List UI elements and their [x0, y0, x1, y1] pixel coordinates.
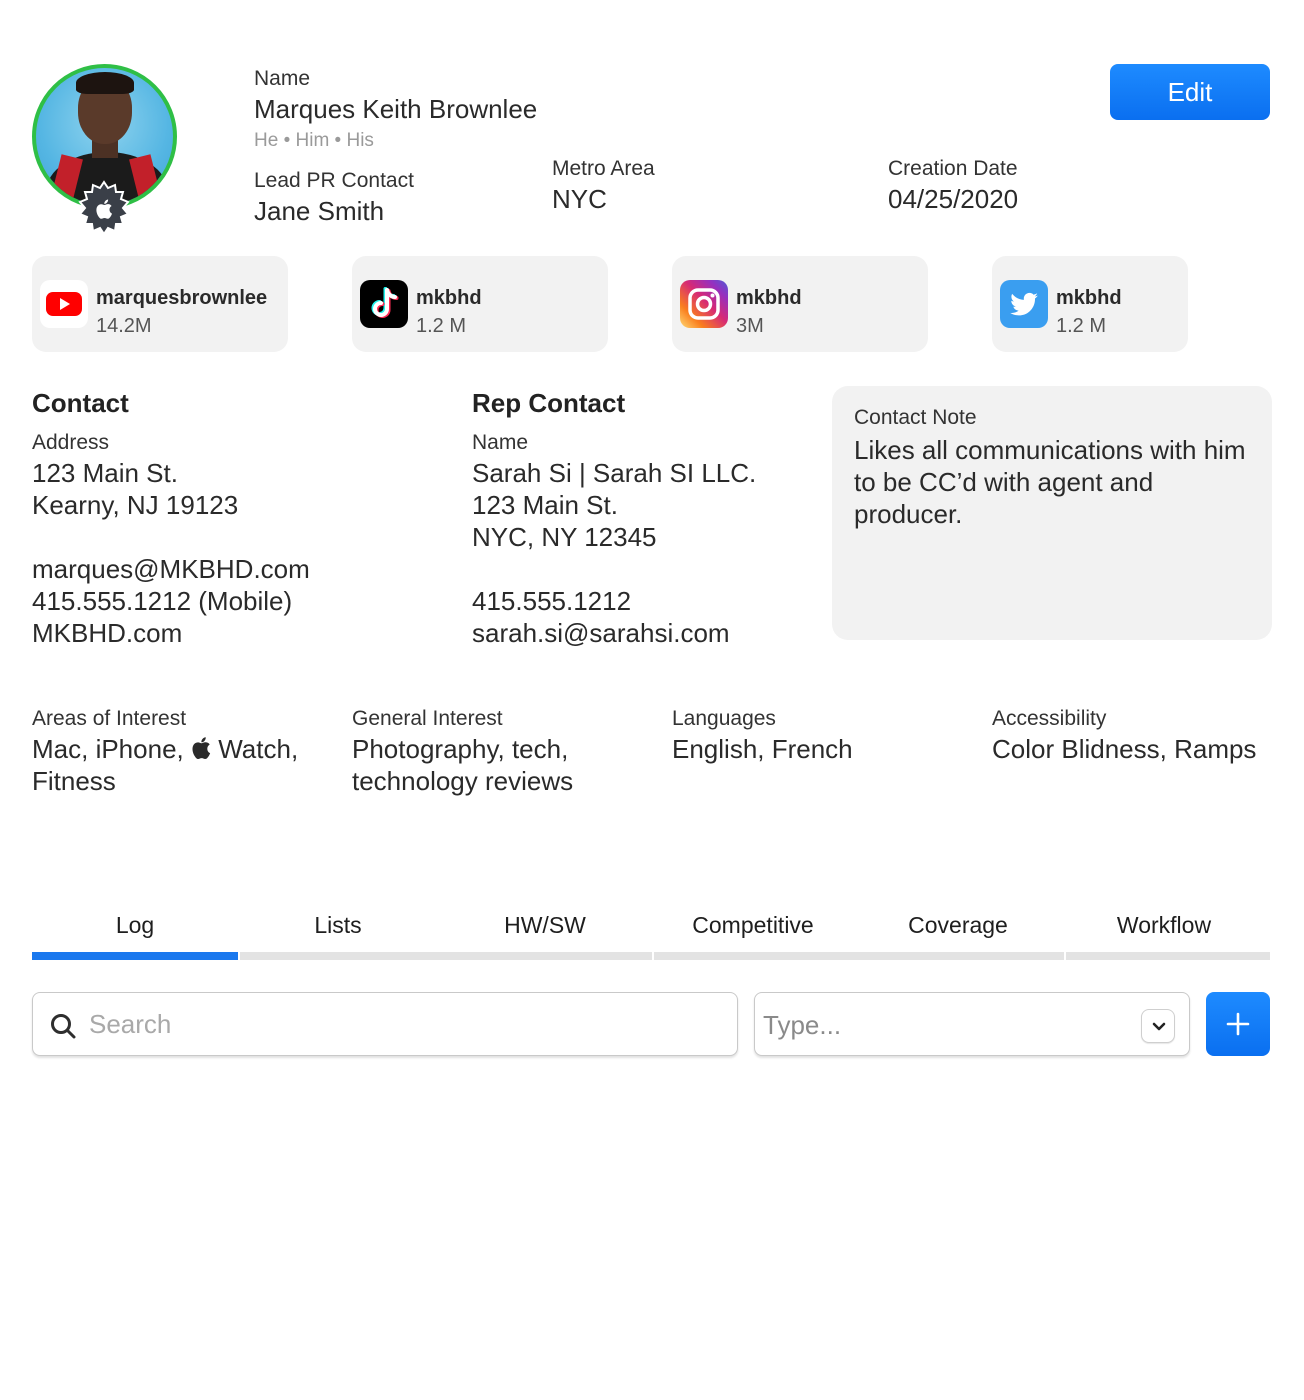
- apple-logo-icon: [191, 735, 211, 760]
- areas-text: Watch,: [218, 734, 299, 764]
- languages-label: Languages: [672, 707, 776, 730]
- rep-address-line: NYC, NY 12345: [472, 522, 657, 552]
- rep-contact-heading: Rep Contact: [472, 388, 626, 418]
- search-input[interactable]: [89, 1003, 719, 1045]
- social-card-youtube[interactable]: marquesbrownlee 14.2M: [32, 256, 288, 352]
- general-interest-label: General Interest: [352, 707, 503, 730]
- creation-date-label: Creation Date: [888, 157, 1018, 180]
- address-label: Address: [32, 431, 110, 454]
- tab-coverage[interactable]: Coverage: [856, 912, 1060, 948]
- areas-of-interest-value: Mac, iPhone, Watch, Fitness: [32, 733, 298, 797]
- social-handle: marquesbrownlee: [96, 287, 268, 309]
- rep-address-line: 123 Main St.: [472, 490, 618, 520]
- avatar-hair: [76, 72, 134, 94]
- follower-count: 3M: [736, 315, 764, 337]
- social-handle: mkbhd: [416, 287, 482, 309]
- social-handle: mkbhd: [736, 287, 802, 309]
- youtube-icon: [40, 280, 88, 328]
- contact-phone[interactable]: 415.555.1212 (Mobile): [32, 585, 310, 617]
- tab-workflow[interactable]: Workflow: [1066, 912, 1262, 948]
- rep-name-label: Name: [472, 431, 529, 454]
- general-interest-line: Photography, tech,: [352, 734, 569, 764]
- rep-email[interactable]: sarah.si@sarahsi.com: [472, 617, 756, 649]
- type-select[interactable]: Type...: [754, 992, 1190, 1056]
- follower-count: 1.2 M: [416, 315, 467, 337]
- lead-pr-name: Jane Smith: [254, 196, 385, 226]
- lead-pr-label: Lead PR Contact: [254, 169, 414, 192]
- rep-spacer: [472, 553, 756, 585]
- areas-text: Fitness: [32, 766, 116, 796]
- contact-note-text: Likes all communications with him to be …: [854, 435, 1246, 529]
- instagram-icon: [680, 280, 728, 328]
- search-box[interactable]: [32, 992, 738, 1056]
- add-button[interactable]: [1206, 992, 1270, 1056]
- type-select-placeholder: Type...: [763, 1010, 842, 1040]
- social-card-twitter[interactable]: mkbhd 1.2 M: [992, 256, 1188, 352]
- search-icon: [49, 1012, 77, 1040]
- contact-heading: Contact: [32, 388, 129, 418]
- rep-contact-details: Sarah Si | Sarah SI LLC. 123 Main St. NY…: [472, 457, 756, 649]
- metro-area-value: NYC: [552, 184, 607, 214]
- plus-icon: [1225, 1011, 1251, 1037]
- contact-note-label: Contact Note: [854, 406, 977, 429]
- areas-of-interest-label: Areas of Interest: [32, 707, 187, 730]
- tab-indicator-active: [32, 952, 238, 960]
- general-interest-line: technology reviews: [352, 766, 574, 796]
- contact-website[interactable]: MKBHD.com: [32, 617, 310, 649]
- chevron-down-icon[interactable]: [1141, 1009, 1175, 1043]
- accessibility-label: Accessibility: [992, 707, 1107, 730]
- languages-value: English, French: [672, 734, 853, 764]
- profile-name: Marques Keith Brownlee: [254, 94, 538, 124]
- contact-address-line: 123 Main St.: [32, 458, 178, 488]
- rep-phone[interactable]: 415.555.1212: [472, 585, 756, 617]
- areas-text: Mac, iPhone,: [32, 734, 184, 764]
- tab-log[interactable]: Log: [32, 912, 238, 948]
- contact-details: 123 Main St. Kearny, NJ 19123 marques@MK…: [32, 457, 310, 649]
- social-handle: mkbhd: [1056, 287, 1122, 309]
- tab-indicator: [240, 952, 652, 960]
- contact-email[interactable]: marques@MKBHD.com: [32, 553, 310, 585]
- tab-competitive[interactable]: Competitive: [654, 912, 852, 948]
- social-card-instagram[interactable]: mkbhd 3M: [672, 256, 928, 352]
- accessibility-value: Color Blidness, Ramps: [992, 734, 1257, 764]
- pronouns: He • Him • His: [254, 130, 374, 151]
- apple-badge-icon: [76, 180, 132, 236]
- metro-area-label: Metro Area: [552, 157, 655, 180]
- social-card-tiktok[interactable]: mkbhd 1.2 M: [352, 256, 608, 352]
- twitter-icon: [1000, 280, 1048, 328]
- edit-button[interactable]: Edit: [1110, 64, 1270, 120]
- follower-count: 14.2M: [96, 315, 152, 337]
- name-label: Name: [254, 67, 311, 90]
- tab-hw-sw[interactable]: HW/SW: [440, 912, 650, 948]
- creation-date-value: 04/25/2020: [888, 184, 1019, 214]
- tiktok-icon: [360, 280, 408, 328]
- tab-lists[interactable]: Lists: [240, 912, 436, 948]
- rep-name: Sarah Si | Sarah SI LLC.: [472, 458, 757, 488]
- contact-spacer: [32, 521, 310, 553]
- contact-note-card: Contact Note Likes all communications wi…: [832, 386, 1272, 640]
- tab-indicator: [1066, 952, 1270, 960]
- contact-address-line: Kearny, NJ 19123: [32, 490, 239, 520]
- general-interest-value: Photography, tech, technology reviews: [352, 733, 573, 797]
- follower-count: 1.2 M: [1056, 315, 1107, 337]
- tab-indicator: [654, 952, 1064, 960]
